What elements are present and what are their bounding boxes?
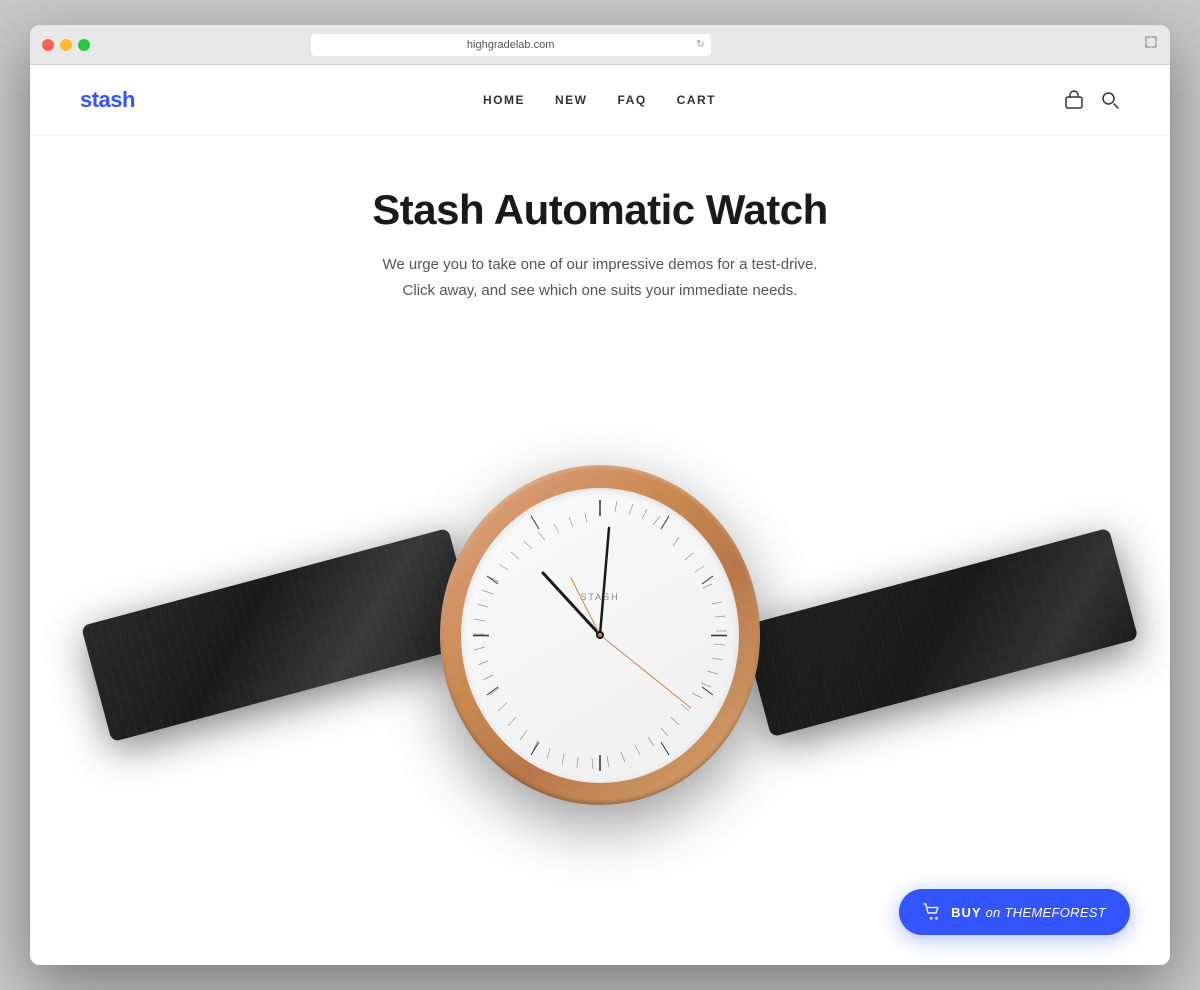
- expand-button[interactable]: [1144, 35, 1158, 54]
- hero-text: Stash Automatic Watch We urge you to tak…: [372, 136, 827, 303]
- nav-link-cart[interactable]: CART: [677, 93, 716, 107]
- hero-subtitle: We urge you to take one of our impressiv…: [372, 252, 827, 303]
- url-text: highgradelab.com: [467, 39, 554, 51]
- buy-main-text: BUY: [951, 905, 981, 920]
- traffic-lights: [42, 39, 90, 51]
- hero-section: Stash Automatic Watch We urge you to tak…: [30, 136, 1170, 965]
- watch-dial: STASH: [461, 488, 739, 783]
- browser-window: highgradelab.com ↻ stash HOME NEW FAQ: [30, 25, 1170, 965]
- nav-links: HOME NEW FAQ CART: [483, 91, 716, 109]
- address-bar[interactable]: highgradelab.com ↻: [311, 34, 711, 56]
- watch-image: STASH: [150, 325, 1050, 965]
- search-icon[interactable]: [1100, 90, 1120, 110]
- nav-icons: [1064, 90, 1120, 110]
- reload-button[interactable]: ↻: [696, 39, 704, 50]
- hero-subtitle-line2: Click away, and see which one suits your…: [403, 282, 798, 299]
- minimize-button[interactable]: [60, 39, 72, 51]
- watch-case: STASH: [440, 465, 760, 805]
- nav-item-new[interactable]: NEW: [555, 91, 588, 109]
- maximize-button[interactable]: [78, 39, 90, 51]
- close-button[interactable]: [42, 39, 54, 51]
- cart-icon: [923, 903, 941, 921]
- website-content: stash HOME NEW FAQ CART: [30, 65, 1170, 965]
- nav-link-new[interactable]: NEW: [555, 93, 588, 107]
- watch-strap-left: [81, 528, 479, 742]
- buy-sub-text: on THEMEFOREST: [986, 905, 1107, 920]
- nav-item-cart[interactable]: CART: [677, 91, 716, 109]
- hero-title: Stash Automatic Watch: [372, 186, 827, 234]
- browser-chrome: highgradelab.com ↻: [30, 25, 1170, 65]
- bag-icon[interactable]: [1064, 90, 1084, 110]
- watch-strap-right: [742, 528, 1139, 737]
- navbar: stash HOME NEW FAQ CART: [30, 65, 1170, 135]
- buy-button[interactable]: BUY on THEMEFOREST: [899, 889, 1130, 935]
- nav-link-home[interactable]: HOME: [483, 93, 525, 107]
- svg-text:STASH: STASH: [580, 592, 619, 602]
- nav-item-faq[interactable]: FAQ: [617, 91, 646, 109]
- nav-link-faq[interactable]: FAQ: [617, 93, 646, 107]
- nav-item-home[interactable]: HOME: [483, 91, 525, 109]
- site-logo[interactable]: stash: [80, 87, 135, 113]
- hero-subtitle-line1: We urge you to take one of our impressiv…: [383, 256, 818, 273]
- buy-button-label: BUY on THEMEFOREST: [951, 905, 1106, 920]
